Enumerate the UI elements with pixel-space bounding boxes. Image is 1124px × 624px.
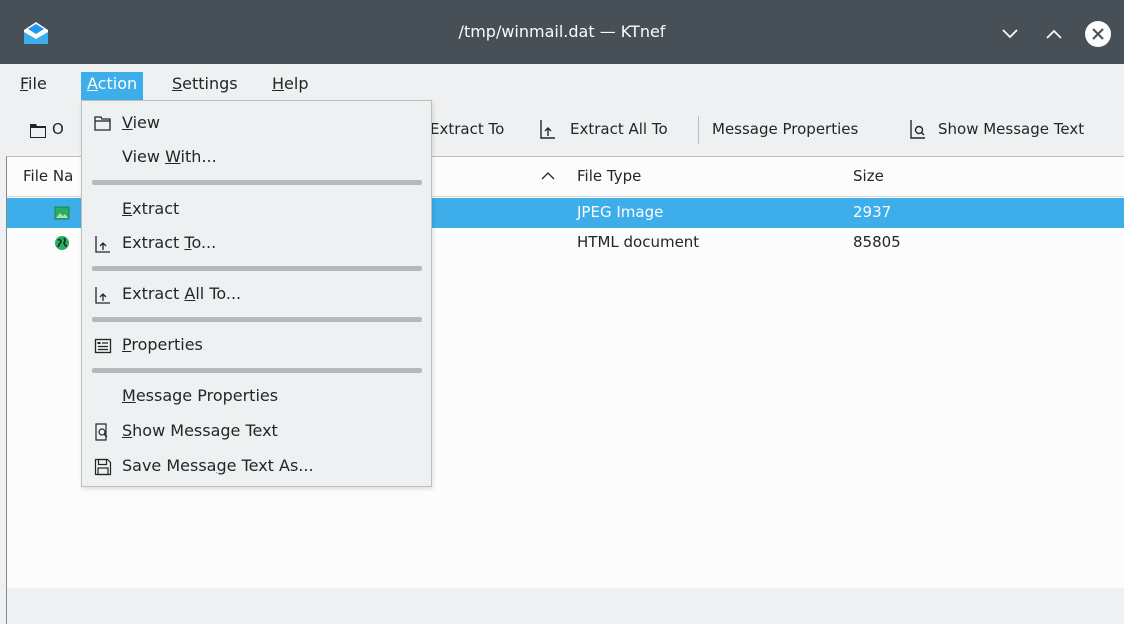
properties-icon: [94, 338, 112, 354]
menu-separator: [92, 368, 422, 373]
size-cell: 2937: [853, 203, 892, 221]
folder-icon[interactable]: [28, 120, 48, 142]
menu-item-view[interactable]: View: [82, 106, 431, 140]
file-type-cell: HTML document: [577, 233, 700, 251]
toolbar-separator: [698, 116, 699, 144]
show-message-text-button[interactable]: Show Message Text: [938, 114, 1084, 144]
size-cell: 85805: [853, 233, 901, 251]
open-button[interactable]: O: [52, 114, 64, 144]
extract-all-to-button[interactable]: Extract All To: [570, 114, 668, 144]
menu-item-show-message-text[interactable]: Show Message Text: [82, 414, 431, 448]
title-bar: /tmp/winmail.dat — KTnef: [0, 0, 1124, 64]
file-type-cell: JPEG Image: [577, 203, 664, 221]
extract-to-button[interactable]: Extract To: [430, 114, 504, 144]
menu-item-save-message-text-as[interactable]: Save Message Text As...: [82, 449, 431, 483]
document-search-icon: [95, 423, 108, 441]
menu-help[interactable]: Help: [266, 72, 314, 100]
chevron-up-icon[interactable]: [1042, 22, 1066, 46]
action-menu: View View With... Extract Extract To... …: [81, 100, 432, 487]
menu-item-extract[interactable]: Extract: [82, 192, 431, 226]
menu-file[interactable]: File: [14, 72, 53, 100]
window-title: /tmp/winmail.dat — KTnef: [458, 22, 666, 41]
menu-item-properties[interactable]: Properties: [82, 328, 431, 362]
image-file-icon: [54, 206, 70, 220]
show-text-icon[interactable]: [908, 118, 928, 140]
menu-action[interactable]: Action: [81, 72, 144, 100]
extract-all-icon[interactable]: [538, 118, 558, 140]
menu-separator: [92, 317, 422, 322]
close-circle-icon[interactable]: [1084, 20, 1112, 48]
sort-ascending-icon[interactable]: [541, 171, 555, 181]
extract-icon: [95, 287, 110, 304]
column-file-type[interactable]: File Type: [577, 167, 641, 185]
menu-separator: [92, 266, 422, 271]
column-file-name[interactable]: File Na: [23, 167, 73, 185]
menu-separator: [92, 180, 422, 185]
status-bar: [6, 588, 1124, 624]
column-size[interactable]: Size: [853, 167, 884, 185]
globe-icon: [55, 236, 69, 250]
save-icon: [94, 458, 112, 476]
extract-icon: [95, 236, 110, 253]
menu-item-extract-all-to[interactable]: Extract All To...: [82, 277, 431, 311]
menu-item-message-properties[interactable]: Message Properties: [82, 379, 431, 413]
folder-open-icon: [94, 116, 111, 131]
menu-item-view-with[interactable]: View With...: [82, 140, 431, 174]
menu-item-extract-to[interactable]: Extract To...: [82, 226, 431, 260]
menu-settings[interactable]: Settings: [166, 72, 244, 100]
menu-bar: File Action Settings Help: [0, 64, 1124, 102]
message-properties-button[interactable]: Message Properties: [712, 114, 858, 144]
chevron-down-icon[interactable]: [998, 22, 1022, 46]
